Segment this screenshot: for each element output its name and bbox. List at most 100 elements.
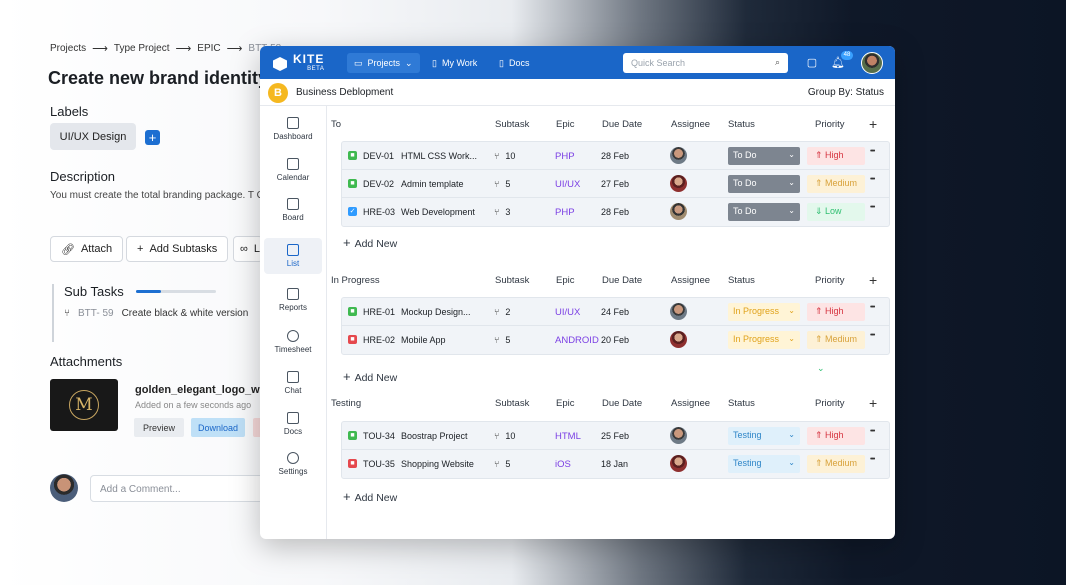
sidebar-item-list[interactable]: List bbox=[264, 238, 322, 274]
task-name[interactable]: Admin template bbox=[401, 179, 479, 189]
priority-badge[interactable]: ⇑ High bbox=[807, 147, 865, 165]
add-column-button[interactable]: + bbox=[869, 395, 877, 411]
task-key[interactable]: DEV-02 bbox=[363, 179, 394, 189]
assignee-avatar[interactable] bbox=[670, 331, 687, 348]
table-row[interactable]: ■ TOU-34 Boostrap Project ⑂ 10 HTML 25 Feb Test… bbox=[342, 422, 889, 450]
nav-docs[interactable]: ▯ Docs bbox=[492, 53, 536, 73]
priority-badge[interactable]: ⇓ Low bbox=[807, 203, 865, 221]
table-row[interactable]: ■ DEV-01 HTML CSS Work... ⑂ 10 PHP 28 Feb To Do… bbox=[342, 142, 889, 170]
more-options-icon[interactable]: ••• bbox=[870, 332, 875, 339]
assignee-avatar[interactable] bbox=[670, 147, 687, 164]
status-dropdown[interactable]: In Progress ⌄ bbox=[728, 331, 800, 349]
add-label-button[interactable]: + bbox=[145, 130, 160, 145]
link-button[interactable]: ∞ L bbox=[233, 236, 263, 262]
priority-badge[interactable]: ⇑ High bbox=[807, 427, 865, 445]
breadcrumb-type-project[interactable]: Type Project bbox=[114, 43, 170, 54]
user-avatar[interactable] bbox=[861, 52, 883, 74]
top-navbar: KITE BETA ▭ Projects ⌄ ▯ My Work ▯ Docs Q… bbox=[260, 46, 895, 79]
sidebar-item-settings[interactable]: Settings bbox=[264, 446, 322, 482]
sidebar-item-calendar[interactable]: Calendar bbox=[264, 152, 322, 188]
epic-label[interactable]: UI/UX bbox=[555, 179, 580, 190]
task-name[interactable]: Mobile App bbox=[401, 335, 479, 345]
task-name[interactable]: Boostrap Project bbox=[401, 431, 479, 441]
table-row[interactable]: ■ TOU-35 Shopping Website ⑂ 5 iOS 18 Jan Testin… bbox=[342, 450, 889, 478]
add-subtasks-button[interactable]: + Add Subtasks bbox=[126, 236, 229, 262]
comment-input[interactable]: Add a Comment... bbox=[90, 475, 280, 502]
sidebar-item-docs[interactable]: Docs bbox=[264, 406, 322, 442]
column-header: Status bbox=[728, 275, 755, 286]
task-name[interactable]: Mockup Design... bbox=[401, 307, 479, 317]
add-new-task-button[interactable]: + Add New bbox=[343, 369, 397, 384]
more-options-icon[interactable]: ••• bbox=[870, 148, 875, 155]
epic-label[interactable]: HTML bbox=[555, 431, 581, 442]
breadcrumb-projects[interactable]: Projects bbox=[50, 43, 86, 54]
sidebar-item-dashboard[interactable]: Dashboard bbox=[264, 111, 322, 147]
assignee-avatar[interactable] bbox=[670, 455, 687, 472]
table-row[interactable]: ■ DEV-02 Admin template ⑂ 5 UI/UX 27 Feb To Do ⌄… bbox=[342, 170, 889, 198]
task-name[interactable]: Web Development bbox=[401, 207, 479, 217]
more-options-icon[interactable]: ••• bbox=[870, 456, 875, 463]
project-name[interactable]: Business Deblopment bbox=[296, 87, 393, 98]
column-header: Assignee bbox=[671, 119, 711, 130]
labels-heading: Labels bbox=[50, 104, 89, 119]
attachment-thumbnail[interactable]: M bbox=[50, 379, 118, 431]
status-dropdown[interactable]: To Do ⌄ bbox=[728, 175, 800, 193]
sidebar-label: Board bbox=[282, 213, 304, 222]
table-row[interactable]: ■ HRE-01 Mockup Design... ⑂ 2 UI/UX 24 Feb In P… bbox=[342, 298, 889, 326]
attach-button[interactable]: 🔗︎ Attach bbox=[50, 236, 124, 262]
add-column-button[interactable]: + bbox=[869, 116, 877, 132]
priority-badge[interactable]: ⇑ Medium bbox=[807, 331, 865, 349]
task-key[interactable]: DEV-01 bbox=[363, 151, 394, 161]
epic-label[interactable]: iOS bbox=[555, 459, 571, 470]
download-button[interactable]: Download bbox=[191, 418, 245, 437]
more-options-icon[interactable]: ••• bbox=[870, 176, 875, 183]
status-dropdown[interactable]: To Do ⌄ bbox=[728, 147, 800, 165]
priority-badge[interactable]: ⇑ Medium bbox=[807, 455, 865, 473]
assignee-avatar[interactable] bbox=[670, 303, 687, 320]
more-options-icon[interactable]: ••• bbox=[870, 204, 875, 211]
assignee-avatar[interactable] bbox=[670, 175, 687, 192]
sidebar-label: Chat bbox=[284, 386, 302, 395]
task-key[interactable]: TOU-35 bbox=[363, 459, 395, 469]
sidebar-item-reports[interactable]: Reports bbox=[264, 282, 322, 318]
priority-badge[interactable]: ⇑ Medium bbox=[807, 175, 865, 193]
epic-label[interactable]: ANDROID bbox=[555, 335, 599, 346]
task-key[interactable]: HRE-03 bbox=[363, 207, 395, 217]
status-dropdown[interactable]: Testing ⌄ bbox=[728, 427, 800, 445]
assignee-avatar[interactable] bbox=[670, 427, 687, 444]
add-new-task-button[interactable]: + Add New bbox=[343, 235, 397, 250]
search-input[interactable]: Quick Search ⌕ bbox=[623, 53, 788, 73]
epic-label[interactable]: PHP bbox=[555, 151, 575, 162]
breadcrumb-epic[interactable]: EPIC bbox=[197, 43, 220, 54]
label-chip[interactable]: UI/UX Design bbox=[50, 123, 136, 150]
search-icon: ⌕ bbox=[774, 57, 780, 67]
add-column-button[interactable]: + bbox=[869, 272, 877, 288]
group-by-select[interactable]: Group By: Status bbox=[808, 87, 884, 98]
task-name[interactable]: Shopping Website bbox=[401, 459, 479, 469]
chat-icon[interactable]: ▢ bbox=[805, 56, 819, 70]
status-dropdown[interactable]: Testing ⌄ bbox=[728, 455, 800, 473]
nav-projects[interactable]: ▭ Projects ⌄ bbox=[347, 53, 420, 73]
more-options-icon[interactable]: ••• bbox=[870, 304, 875, 311]
priority-badge[interactable]: ⇑ High bbox=[807, 303, 865, 321]
task-name[interactable]: HTML CSS Work... bbox=[401, 151, 479, 161]
sidebar-item-board[interactable]: Board bbox=[264, 192, 322, 228]
subtask-item[interactable]: ⑂ BTT- 59 Create black & white version bbox=[64, 308, 262, 319]
task-key[interactable]: HRE-02 bbox=[363, 335, 395, 345]
status-dropdown[interactable]: In Progress ⌄ bbox=[728, 303, 800, 321]
status-dropdown[interactable]: To Do ⌄ bbox=[728, 203, 800, 221]
table-row[interactable]: ✓ HRE-03 Web Development ⑂ 3 PHP 28 Feb To Do ⌄ ⇓… bbox=[342, 198, 889, 226]
epic-label[interactable]: UI/UX bbox=[555, 307, 580, 318]
epic-label[interactable]: PHP bbox=[555, 207, 575, 218]
task-key[interactable]: TOU-34 bbox=[363, 431, 395, 441]
sidebar-item-chat[interactable]: Chat bbox=[264, 365, 322, 401]
task-key[interactable]: HRE-01 bbox=[363, 307, 395, 317]
preview-button[interactable]: Preview bbox=[134, 418, 184, 437]
nav-my-work[interactable]: ▯ My Work bbox=[425, 53, 484, 73]
more-options-icon[interactable]: ••• bbox=[870, 428, 875, 435]
table-row[interactable]: ■ HRE-02 Mobile App ⑂ 5 ANDROID 20 Feb In Progr… bbox=[342, 326, 889, 354]
add-new-task-button[interactable]: + Add New bbox=[343, 489, 397, 504]
assignee-avatar[interactable] bbox=[670, 203, 687, 220]
sidebar-item-timesheet[interactable]: Timesheet bbox=[264, 324, 322, 360]
kite-logo[interactable]: KITE BETA bbox=[273, 53, 324, 74]
